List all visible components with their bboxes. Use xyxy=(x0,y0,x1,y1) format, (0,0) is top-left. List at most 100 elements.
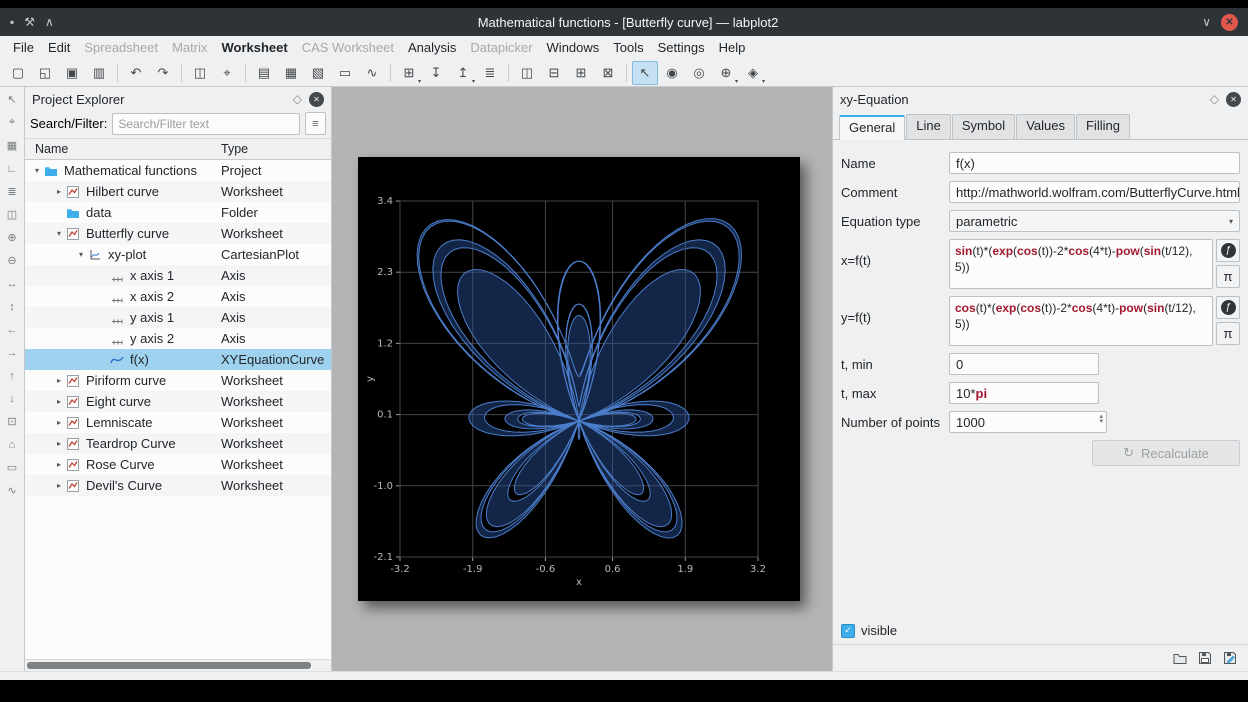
recalculate-button[interactable]: ↻ Recalculate xyxy=(1092,440,1240,466)
menu-windows[interactable]: Windows xyxy=(540,38,607,57)
tree-row-lemniscate[interactable]: ▸LemniscateWorksheet xyxy=(25,412,331,433)
dropdown-arrow-icon[interactable]: ▾ xyxy=(762,78,765,85)
tree-row-x-axis-2[interactable]: x axis 2Axis xyxy=(25,286,331,307)
app-menu-icon[interactable]: ▪ xyxy=(10,15,14,29)
save-default-button[interactable] xyxy=(1220,648,1240,668)
tab-filling[interactable]: Filling xyxy=(1076,114,1130,139)
new-datapicker-button[interactable]: ⌖ xyxy=(214,61,240,85)
dropdown-arrow-icon[interactable]: ▾ xyxy=(418,78,421,85)
menu-spreadsheet[interactable]: Spreadsheet xyxy=(77,38,165,57)
save-project-button[interactable]: ▣ xyxy=(59,61,85,85)
shift-left-icon[interactable]: ← xyxy=(4,322,20,337)
expander-closed-icon[interactable]: ▸ xyxy=(53,418,65,427)
save-as-button[interactable]: ▥ xyxy=(86,61,112,85)
tree-row-rose-curve[interactable]: ▸Rose CurveWorksheet xyxy=(25,454,331,475)
vertical-layout-button[interactable]: ◫ xyxy=(514,61,540,85)
expander-closed-icon[interactable]: ▸ xyxy=(53,481,65,490)
split-icon[interactable]: ◫ xyxy=(4,207,20,222)
shift-up-icon[interactable]: ↑ xyxy=(4,368,20,383)
import-data-button[interactable]: ↧ xyxy=(423,61,449,85)
insert-constant-button[interactable]: π xyxy=(1216,265,1240,288)
new-plot-button[interactable]: ⊞▾ xyxy=(396,61,422,85)
open-project-button[interactable]: ◱ xyxy=(32,61,58,85)
expander-closed-icon[interactable]: ▸ xyxy=(53,439,65,448)
dock-header[interactable]: xy-Equation ◇ ✕ xyxy=(833,87,1248,111)
expander-closed-icon[interactable]: ▸ xyxy=(53,187,65,196)
new-spreadsheet-button[interactable]: ▤ xyxy=(251,61,277,85)
tree-row-devil-s-curve[interactable]: ▸Devil's CurveWorksheet xyxy=(25,475,331,496)
shift-right-icon[interactable]: → xyxy=(4,345,20,360)
x-equation-input[interactable]: sin(t)*(exp(cos(t))-2*cos(4*t)-pow(sin(t… xyxy=(949,239,1213,289)
tree-row-piriform-curve[interactable]: ▸Piriform curveWorksheet xyxy=(25,370,331,391)
points-input[interactable]: 1000 ▴▾ xyxy=(949,411,1107,433)
expander-open-icon[interactable]: ▾ xyxy=(75,250,87,259)
tmin-input[interactable]: 0 xyxy=(949,353,1099,375)
expander-open-icon[interactable]: ▾ xyxy=(31,166,43,175)
axis-icon[interactable]: ∟ xyxy=(4,161,20,176)
column-type[interactable]: Type xyxy=(221,142,248,156)
menu-tools[interactable]: Tools xyxy=(606,38,650,57)
insert-function-button[interactable]: ƒ xyxy=(1216,239,1240,262)
zoom-button[interactable]: ⊕▾ xyxy=(713,61,739,85)
y-equation-input[interactable]: cos(t)*(exp(cos(t))-2*cos(4*t)-pow(sin(t… xyxy=(949,296,1213,346)
zoom-in-icon[interactable]: ⊕ xyxy=(4,230,20,245)
navigate-mode-button[interactable]: ◉ xyxy=(659,61,685,85)
tree-row-butterfly-curve[interactable]: ▾Butterfly curveWorksheet xyxy=(25,223,331,244)
break-layout-button[interactable]: ⊠ xyxy=(595,61,621,85)
shift-down-icon[interactable]: ↓ xyxy=(4,391,20,406)
comment-input[interactable]: http://mathworld.wolfram.com/ButterflyCu… xyxy=(949,181,1240,203)
select-mode-button[interactable]: ↖ xyxy=(632,61,658,85)
insert-function-button[interactable]: ƒ xyxy=(1216,296,1240,319)
spinner-arrows[interactable]: ▴▾ xyxy=(1099,414,1103,425)
tab-values[interactable]: Values xyxy=(1016,114,1075,139)
equation-type-select[interactable]: parametric ▾ xyxy=(949,210,1240,232)
tree-row-mathematical-functions[interactable]: ▾Mathematical functionsProject xyxy=(25,160,331,181)
spin-down-icon[interactable]: ▾ xyxy=(1099,419,1103,424)
scrollbar-handle[interactable] xyxy=(27,662,311,669)
insert-constant-button[interactable]: π xyxy=(1216,322,1240,345)
menu-settings[interactable]: Settings xyxy=(651,38,712,57)
crosshair-icon[interactable]: ⌖ xyxy=(4,115,20,130)
chevron-down-icon[interactable]: ∨ xyxy=(1202,15,1211,29)
menu-edit[interactable]: Edit xyxy=(41,38,77,57)
tree-column-headers[interactable]: Name Type xyxy=(25,138,331,160)
page-icon[interactable]: ▭ xyxy=(4,460,20,475)
menu-help[interactable]: Help xyxy=(712,38,753,57)
menu-datapicker[interactable]: Datapicker xyxy=(463,38,539,57)
expander-closed-icon[interactable]: ▸ xyxy=(53,376,65,385)
select-icon[interactable]: ↖ xyxy=(4,92,20,107)
zoom-x-icon[interactable]: ↔ xyxy=(4,276,20,291)
menu-file[interactable]: File xyxy=(6,38,41,57)
tree-row-eight-curve[interactable]: ▸Eight curveWorksheet xyxy=(25,391,331,412)
expander-closed-icon[interactable]: ▸ xyxy=(53,397,65,406)
close-button[interactable]: ✕ xyxy=(1221,14,1238,31)
grid-layout-button[interactable]: ⊞ xyxy=(568,61,594,85)
undo-button[interactable]: ↶ xyxy=(123,61,149,85)
tree-row-hilbert-curve[interactable]: ▸Hilbert curveWorksheet xyxy=(25,181,331,202)
auto-scale-icon[interactable]: ⊡ xyxy=(4,414,20,429)
new-note-button[interactable]: ▭ xyxy=(332,61,358,85)
float-dock-icon[interactable]: ◇ xyxy=(293,92,302,106)
save-template-button[interactable] xyxy=(1195,648,1215,668)
magnification-button[interactable]: ◈▾ xyxy=(740,61,766,85)
filter-options-button[interactable]: ≡ xyxy=(305,112,326,135)
new-live-data-button[interactable]: ∿ xyxy=(359,61,385,85)
layers-icon[interactable]: ≣ xyxy=(4,184,20,199)
search-input[interactable]: Search/Filter text xyxy=(112,113,300,135)
tab-general[interactable]: General xyxy=(839,115,905,140)
grid-icon[interactable]: ▦ xyxy=(4,138,20,153)
zoom-out-icon[interactable]: ⊖ xyxy=(4,253,20,268)
export-data-button[interactable]: ↥▾ xyxy=(450,61,476,85)
close-dock-icon[interactable]: ✕ xyxy=(1226,92,1241,107)
column-name[interactable]: Name xyxy=(25,142,68,156)
tree-row-y-axis-1[interactable]: y axis 1Axis xyxy=(25,307,331,328)
new-worksheet-button[interactable]: ▧ xyxy=(305,61,331,85)
close-dock-icon[interactable]: ✕ xyxy=(309,92,324,107)
horizontal-scrollbar[interactable] xyxy=(25,659,331,671)
dropdown-arrow-icon[interactable]: ▾ xyxy=(735,78,738,85)
project-explorer-header[interactable]: Project Explorer ◇ ✕ xyxy=(25,87,331,111)
menu-analysis[interactable]: Analysis xyxy=(401,38,463,57)
new-matrix-button[interactable]: ▦ xyxy=(278,61,304,85)
tree-row-y-axis-2[interactable]: y axis 2Axis xyxy=(25,328,331,349)
float-dock-icon[interactable]: ◇ xyxy=(1210,92,1219,106)
